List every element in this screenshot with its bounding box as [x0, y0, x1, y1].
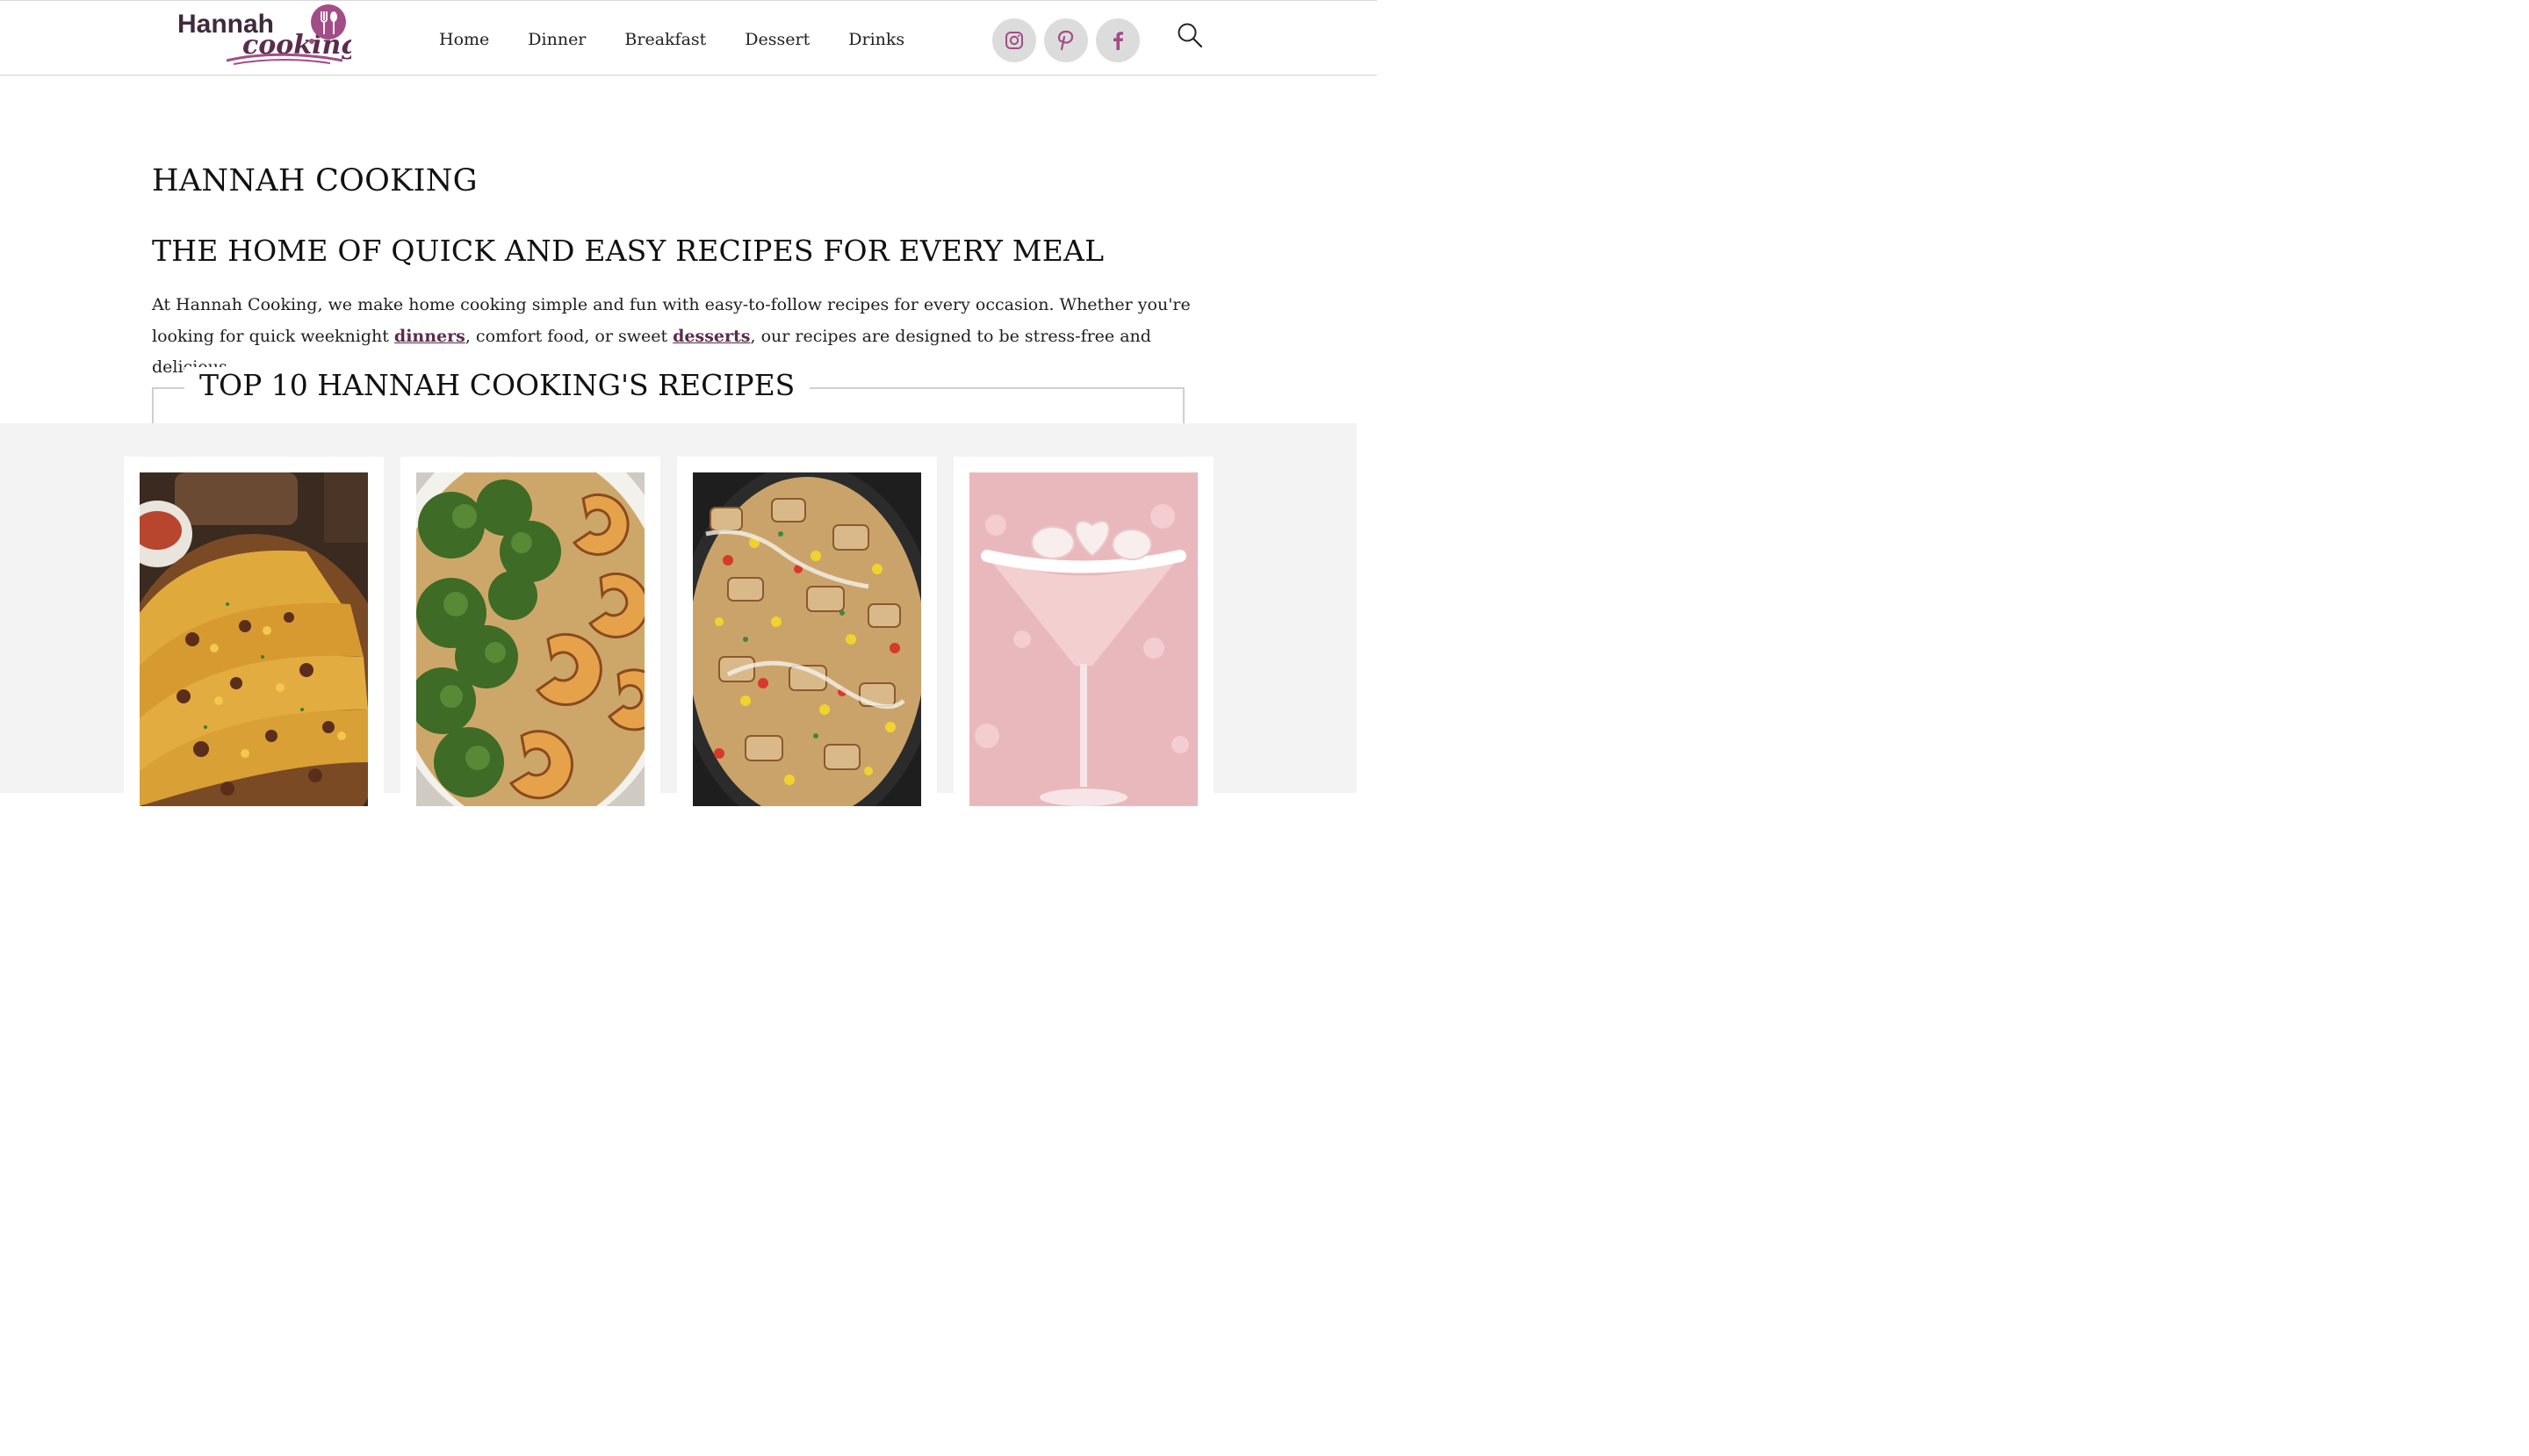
- recipe-card[interactable]: [677, 457, 937, 808]
- search-button[interactable]: [1175, 20, 1205, 50]
- nav-drinks[interactable]: Drinks: [829, 27, 924, 52]
- top-recipes-heading: TOP 10 HANNAH COOKING'S RECIPES: [184, 367, 811, 404]
- facebook-icon: [1113, 32, 1123, 50]
- tagline: THE HOME OF QUICK AND EASY RECIPES FOR E…: [152, 234, 1105, 268]
- nav-breakfast[interactable]: Breakfast: [605, 27, 725, 52]
- facebook-button[interactable]: [1096, 18, 1140, 62]
- nav-home[interactable]: Home: [420, 27, 508, 52]
- intro-text-2: , comfort food, or sweet: [465, 326, 674, 346]
- recipe-card[interactable]: [124, 457, 384, 808]
- pinterest-icon: [1057, 30, 1074, 51]
- recipe-image-shrimp-broccoli[interactable]: [416, 472, 645, 806]
- main-nav: Home Dinner Breakfast Dessert Drinks: [420, 27, 924, 52]
- site-logo[interactable]: Hannah cooking: [176, 3, 359, 73]
- nav-dinner[interactable]: Dinner: [508, 27, 605, 52]
- recipe-cards-area: [0, 423, 1357, 808]
- site-title: HANNAH COOKING: [152, 163, 478, 198]
- instagram-button[interactable]: [992, 18, 1036, 62]
- recipe-image-chicken-corn-skillet[interactable]: [693, 472, 921, 806]
- recipe-card[interactable]: [400, 457, 660, 808]
- instagram-icon: [1005, 32, 1023, 49]
- recipe-image-pink-martini[interactable]: [969, 472, 1198, 806]
- recipe-image-quesadillas[interactable]: [140, 472, 368, 806]
- recipe-card[interactable]: [954, 457, 1214, 808]
- site-header: Hannah cooking Home Dinner Breakfast Des…: [0, 0, 1377, 76]
- social-links: [992, 18, 1140, 62]
- dinners-link[interactable]: dinners: [394, 327, 465, 346]
- desserts-link[interactable]: desserts: [673, 327, 750, 346]
- pinterest-button[interactable]: [1044, 18, 1088, 62]
- search-icon: [1178, 23, 1203, 48]
- nav-dessert[interactable]: Dessert: [725, 27, 829, 52]
